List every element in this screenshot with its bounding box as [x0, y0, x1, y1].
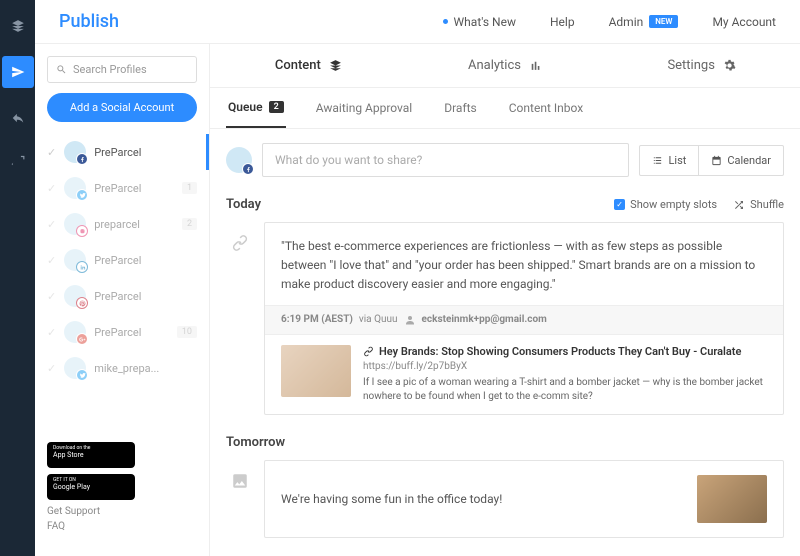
calendar-view-button[interactable]: Calendar [699, 146, 783, 175]
nav-admin[interactable]: AdminNEW [609, 15, 679, 29]
day-today: Today ✓Show empty slots Shuffle [226, 191, 784, 222]
avatar [64, 249, 86, 271]
subtabs: Queue2 Awaiting Approval Drafts Content … [210, 88, 800, 129]
check-icon: ✓ [47, 182, 56, 195]
tab-content[interactable]: Content [210, 44, 407, 87]
new-dot-icon [443, 19, 448, 24]
calendar-icon [711, 155, 722, 166]
subtab-approval[interactable]: Awaiting Approval [314, 88, 414, 128]
link-icon [226, 222, 254, 415]
profile-item[interactable]: ✓ PreParcel [35, 242, 209, 278]
facebook-icon [242, 163, 254, 175]
day-tomorrow: Tomorrow [226, 429, 784, 460]
avatar [64, 141, 86, 163]
profile-count: 1 [182, 182, 197, 194]
profile-name: preparcel [94, 218, 174, 231]
ig-icon [76, 225, 88, 237]
li-icon [76, 261, 88, 273]
support-link[interactable]: Get Support [47, 506, 197, 517]
topbar: Publish What's New Help AdminNEW My Acco… [35, 0, 800, 44]
tw-icon [76, 369, 88, 381]
fb-icon [76, 153, 88, 165]
pin-icon [76, 297, 88, 309]
composer-avatar [226, 147, 252, 173]
app-store-button[interactable]: Download on theApp Store [47, 442, 135, 468]
image-icon [226, 460, 254, 538]
post-image [697, 475, 767, 523]
profile-name: mike_prepa... [94, 362, 197, 375]
subtab-inbox[interactable]: Content Inbox [507, 88, 585, 128]
checkbox-icon: ✓ [614, 199, 625, 210]
post-meta: 6:19 PM (AEST) via Quuu ecksteinmk+pp@gm… [265, 305, 783, 335]
view-toggle: List Calendar [639, 145, 784, 176]
profiles-list: ✓ PreParcel ✓ PreParcel 1 ✓ preparcel 2 ✓ PreParc… [35, 134, 209, 430]
user-icon [404, 314, 416, 326]
profile-name: PreParcel [94, 326, 169, 339]
profile-name: PreParcel [94, 254, 197, 267]
brand-title: Publish [59, 11, 119, 32]
tab-analytics[interactable]: Analytics [407, 44, 604, 87]
profile-name: PreParcel [94, 290, 197, 303]
check-icon: ✓ [47, 290, 56, 303]
post-text: We're having some fun in the office toda… [281, 492, 685, 506]
shuffle-icon [733, 199, 745, 211]
profile-item[interactable]: ✓ PreParcel 1 [35, 170, 209, 206]
profile-item[interactable]: ✓ PreParcel 10 [35, 314, 209, 350]
nav-account[interactable]: My Account [712, 15, 776, 29]
play-store-button[interactable]: GET IT ONGoogle Play [47, 474, 135, 500]
check-icon: ✓ [47, 326, 56, 339]
search-input[interactable]: Search Profiles [47, 56, 197, 83]
avatar [64, 213, 86, 235]
profile-name: PreParcel [94, 182, 174, 195]
profile-name: PreParcel [94, 146, 194, 159]
subtab-drafts[interactable]: Drafts [442, 88, 479, 128]
link-icon [363, 346, 374, 357]
tw-icon [76, 189, 88, 201]
avatar [64, 321, 86, 343]
composer-input[interactable]: What do you want to share? [262, 143, 629, 177]
search-icon [56, 64, 67, 75]
stack-icon [329, 59, 342, 72]
rail-reply-icon[interactable] [6, 106, 30, 130]
new-badge: NEW [649, 15, 678, 28]
list-icon [652, 155, 663, 166]
tab-settings[interactable]: Settings [603, 44, 800, 87]
gp-icon [76, 333, 88, 345]
link-preview[interactable]: Hey Brands: Stop Showing Consumers Produ… [265, 335, 783, 414]
avatar [64, 177, 86, 199]
list-view-button[interactable]: List [640, 146, 699, 175]
queue-count: 2 [269, 101, 284, 113]
faq-link[interactable]: FAQ [47, 521, 197, 532]
rail-publish-icon[interactable] [2, 56, 34, 88]
scheduled-post: "The best e-commerce experiences are fri… [226, 222, 784, 415]
bars-icon [529, 59, 542, 72]
rail-stack-icon[interactable] [6, 14, 30, 38]
add-account-button[interactable]: Add a Social Account [47, 93, 197, 122]
profile-count: 10 [177, 326, 197, 338]
post-text: "The best e-commerce experiences are fri… [265, 223, 783, 305]
check-icon: ✓ [47, 362, 56, 375]
profile-item[interactable]: ✓ PreParcel [35, 278, 209, 314]
sidebar: Search Profiles Add a Social Account ✓ Pr… [35, 44, 210, 556]
avatar [64, 357, 86, 379]
check-icon: ✓ [47, 146, 56, 159]
subtab-queue[interactable]: Queue2 [226, 88, 286, 128]
check-icon: ✓ [47, 218, 56, 231]
shuffle-button[interactable]: Shuffle [733, 198, 784, 211]
check-icon: ✓ [47, 254, 56, 267]
major-tabs: Content Analytics Settings [210, 44, 800, 88]
profile-item[interactable]: ✓ mike_prepa... [35, 350, 209, 386]
profile-count: 2 [182, 218, 197, 230]
link-thumbnail [281, 345, 351, 397]
gear-icon [723, 59, 736, 72]
profile-item[interactable]: ✓ PreParcel [35, 134, 209, 170]
profile-item[interactable]: ✓ preparcel 2 [35, 206, 209, 242]
nav-whats-new[interactable]: What's New [443, 15, 516, 29]
rail-analytics-icon[interactable] [6, 148, 30, 172]
scheduled-post: We're having some fun in the office toda… [226, 460, 784, 538]
nav-help[interactable]: Help [550, 15, 575, 29]
avatar [64, 285, 86, 307]
nav-rail [0, 0, 35, 556]
show-empty-toggle[interactable]: ✓Show empty slots [614, 198, 717, 211]
